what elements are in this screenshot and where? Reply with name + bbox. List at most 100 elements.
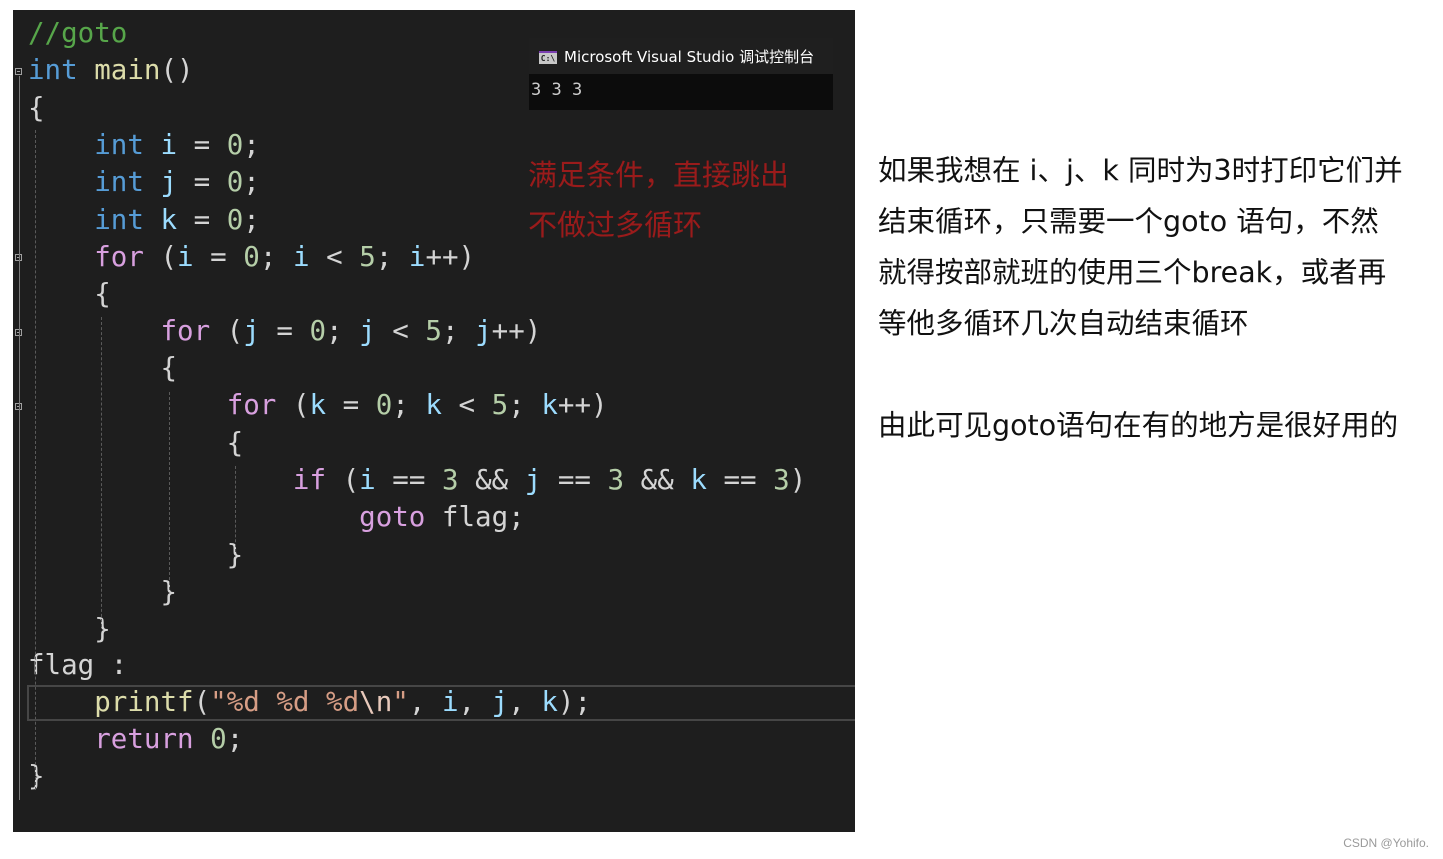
code-line[interactable]: return 0; (28, 721, 243, 758)
code-token: i (292, 241, 310, 273)
code-token: == (541, 464, 608, 496)
code-token: j (359, 315, 376, 347)
code-token: k (309, 389, 327, 421)
code-token: ++) (491, 315, 542, 347)
debug-console-window[interactable]: C:\ Microsoft Visual Studio 调试控制台 3 3 3 (529, 38, 833, 110)
explanation-line: 等他多循环几次自动结束循环 (878, 307, 1249, 340)
code-line[interactable]: if (i == 3 && j == 3 && k == 3) (28, 462, 806, 499)
code-token: ( (326, 464, 360, 496)
fold-line (19, 76, 20, 800)
code-token: i (177, 241, 194, 273)
explanation-line: 就得按部就班的使用三个break，或者再 (878, 256, 1387, 289)
code-token: { (28, 278, 111, 310)
code-token: < (309, 241, 360, 273)
code-line[interactable]: } (28, 537, 244, 574)
code-line[interactable]: int j = 0; (28, 164, 260, 201)
code-line[interactable]: //goto (28, 15, 127, 52)
code-line[interactable]: { (28, 425, 244, 462)
code-token: { (28, 427, 244, 459)
code-token: int (94, 204, 144, 236)
code-token: = (177, 129, 227, 161)
code-token: j (160, 166, 178, 198)
code-line[interactable]: for (k = 0; k < 5; k++) (28, 387, 608, 424)
code-token: ( (143, 241, 178, 273)
code-token: 0 (226, 204, 244, 236)
code-token: = (259, 315, 310, 347)
explanation-conclusion: 由此可见goto语句在有的地方是很好用的 (878, 409, 1399, 442)
code-token: return (94, 723, 194, 755)
code-token: } (28, 760, 45, 792)
code-token: ) (789, 464, 807, 496)
code-line[interactable]: goto flag; (28, 499, 525, 536)
code-token: } (28, 613, 111, 645)
code-token: 0 (210, 723, 227, 755)
code-token: { (28, 92, 45, 124)
code-editor: //goto int main(){ int i = 0; int j = 0; … (13, 10, 855, 832)
code-token: i (160, 129, 178, 161)
console-app-icon: C:\ (539, 51, 557, 64)
code-line[interactable]: { (28, 350, 177, 387)
code-line[interactable]: { (28, 276, 111, 313)
explanation-text: 如果我想在 i、j、k 同时为3时打印它们并 结束循环，只需要一个goto 语句… (878, 145, 1438, 451)
code-token: k (690, 464, 707, 496)
code-token: ; (441, 315, 476, 347)
code-token: k (425, 389, 442, 421)
console-title-bar[interactable]: C:\ Microsoft Visual Studio 调试控制台 (529, 38, 833, 74)
code-token: goto (359, 501, 426, 533)
code-token: ; (375, 241, 409, 273)
code-line[interactable]: } (28, 611, 111, 648)
code-token: 5 (359, 241, 376, 273)
fold-main-icon[interactable] (15, 68, 22, 75)
code-token: ++) (557, 389, 608, 421)
code-token: for (160, 315, 211, 347)
code-token: 3 (773, 464, 790, 496)
code-token: 0 (226, 129, 244, 161)
code-token: ; (226, 723, 244, 755)
code-token: ( (210, 315, 244, 347)
code-token: ; (326, 315, 360, 347)
code-token: main (94, 54, 161, 86)
explanation-line: 如果我想在 i、j、k 同时为3时打印它们并 (878, 154, 1403, 187)
code-line[interactable]: } (28, 758, 45, 795)
code-token: k (160, 204, 178, 236)
code-line[interactable]: int i = 0; (28, 127, 260, 164)
code-line[interactable]: flag : (28, 647, 127, 684)
code-token: { (28, 352, 178, 384)
watermark: CSDN @Yohifo. (1343, 836, 1429, 850)
code-token: == (706, 464, 774, 496)
code-line[interactable]: int k = 0; (28, 202, 260, 239)
code-line[interactable]: { (28, 90, 45, 127)
code-token: == (375, 464, 442, 496)
code-token: j (243, 315, 260, 347)
code-token: flag : (28, 649, 128, 681)
current-line-highlight (27, 685, 855, 721)
indent-guide (235, 466, 236, 552)
code-token: 0 (309, 315, 327, 347)
code-token: 5 (425, 315, 442, 347)
code-line[interactable]: int main() (28, 52, 194, 89)
code-line[interactable]: for (j = 0; j < 5; j++) (28, 313, 541, 350)
code-token: 0 (226, 166, 244, 198)
annotation-line: 满足条件，直接跳出 (528, 158, 790, 192)
code-token: < (375, 315, 426, 347)
code-token: for (226, 389, 277, 421)
code-line[interactable]: } (28, 574, 177, 611)
code-line[interactable]: for (i = 0; i < 5; i++) (28, 239, 475, 276)
code-token: ; (243, 166, 260, 198)
code-token: = (177, 204, 227, 236)
code-token: () (160, 54, 194, 86)
code-token: = (193, 241, 244, 273)
code-token: i (359, 464, 376, 496)
console-output: 3 3 3 (531, 80, 583, 100)
code-token: j (475, 315, 492, 347)
code-token: i (408, 241, 426, 273)
code-token: ; (259, 241, 293, 273)
code-token: k (541, 389, 558, 421)
